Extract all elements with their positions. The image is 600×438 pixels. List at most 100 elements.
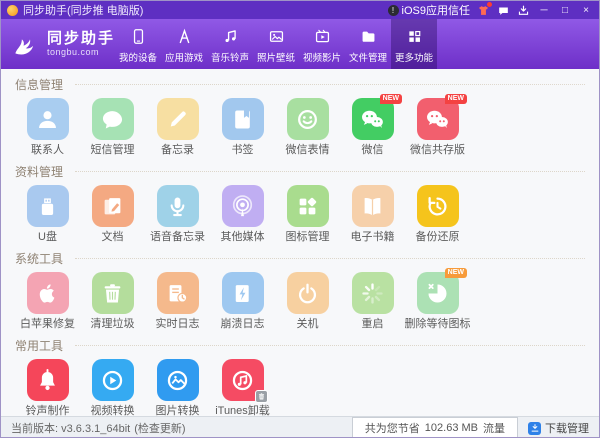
tile-crash-log[interactable]: 崩溃日志: [210, 272, 275, 330]
tile-icon-manage[interactable]: 图标管理: [275, 185, 340, 243]
tab-label: 我的设备: [119, 50, 157, 64]
traffic-saved-prefix: 共为您节省: [365, 420, 420, 436]
window-title: 同步助手(同步推 电脑版): [23, 2, 143, 18]
phone-icon: [129, 27, 148, 46]
tile-realtime-log[interactable]: 实时日志: [145, 272, 210, 330]
traffic-saved-box: 共为您节省 102.63 MB 流量: [352, 417, 518, 438]
section-divider: [75, 84, 585, 85]
tile-notes[interactable]: 备忘录: [145, 98, 210, 156]
swan-logo-icon: [11, 29, 41, 59]
download-manager-button[interactable]: 下载管理: [528, 420, 589, 436]
chat-bubble-icon: [497, 4, 510, 17]
tab-my-device[interactable]: 我的设备: [115, 19, 161, 69]
tile-label: 崩溃日志: [221, 318, 265, 330]
tile-label: 清理垃圾: [91, 318, 135, 330]
download-tray-button[interactable]: [517, 4, 530, 17]
tile-wechat[interactable]: NEW微信: [340, 98, 405, 156]
tile-label: 图片转换: [156, 405, 200, 416]
section-4: 常用工具铃声制作 视频转换 图片转换 iTunes卸载: [1, 330, 599, 416]
minimize-button[interactable]: ─: [537, 5, 551, 16]
tile-documents[interactable]: 文档: [80, 185, 145, 243]
spinner-icon: [352, 272, 394, 314]
tile-wechat-coexist[interactable]: NEW微信共存版: [405, 98, 470, 156]
doc-icon: [92, 185, 134, 227]
tile-label: 微信表情: [286, 144, 330, 156]
apple-icon: [27, 272, 69, 314]
tile-label: 语音备忘录: [150, 231, 205, 243]
playc-icon: [92, 359, 134, 401]
tab-video-films[interactable]: 视频影片: [299, 19, 345, 69]
download-manager-label: 下载管理: [545, 420, 589, 436]
maximize-button[interactable]: □: [558, 5, 572, 16]
gridmore-icon: [405, 27, 424, 46]
appstore-icon: [175, 27, 194, 46]
music-icon: [221, 27, 240, 46]
tab-more-features[interactable]: 更多功能: [391, 19, 437, 69]
app-header: + + + + 同步助手(同步推 电脑版) ! iOS9应用信任 ─ □ ×: [1, 1, 599, 69]
tile-contacts[interactable]: 联系人: [15, 98, 80, 156]
folder-icon: [359, 27, 378, 46]
tile-other-media[interactable]: 其他媒体: [210, 185, 275, 243]
tile-label: U盘: [38, 231, 57, 243]
app-window: + + + + 同步助手(同步推 电脑版) ! iOS9应用信任 ─ □ ×: [0, 0, 600, 438]
tile-label: iTunes卸载: [215, 405, 270, 416]
check-update-link[interactable]: (检查更新): [134, 420, 185, 436]
tile-itunes-uninstall[interactable]: iTunes卸载: [210, 359, 275, 416]
tile-clean-junk[interactable]: 清理垃圾: [80, 272, 145, 330]
tile-video-convert[interactable]: 视频转换: [80, 359, 145, 416]
promo-shirt-button[interactable]: [477, 4, 490, 17]
section-title: 信息管理: [15, 76, 63, 93]
tile-label: 铃声制作: [26, 405, 70, 416]
tile-sms-manage[interactable]: 短信管理: [80, 98, 145, 156]
tab-label: 更多功能: [395, 50, 433, 64]
tile-label: 备忘录: [161, 144, 194, 156]
close-button[interactable]: ×: [579, 5, 593, 16]
section-divider: [75, 345, 585, 346]
section-title: 资料管理: [15, 163, 63, 180]
main-nav: 同步助手 tongbu.com 我的设备应用游戏音乐铃声照片壁纸视频影片文件管理…: [1, 19, 599, 69]
tile-ebooks[interactable]: 电子书籍: [340, 185, 405, 243]
tile-label: 图标管理: [286, 231, 330, 243]
nav-tabs: 我的设备应用游戏音乐铃声照片壁纸视频影片文件管理更多功能: [115, 19, 437, 69]
imgc-icon: [157, 359, 199, 401]
tile-label: 删除等待图标: [405, 318, 471, 330]
book-icon: [222, 98, 264, 140]
tile-label: 白苹果修复: [20, 318, 75, 330]
titlebar: 同步助手(同步推 电脑版) ! iOS9应用信任 ─ □ ×: [1, 1, 599, 19]
tile-white-apple-fix[interactable]: 白苹果修复: [15, 272, 80, 330]
tab-photo-paper[interactable]: 照片壁纸: [253, 19, 299, 69]
trash-icon: [92, 272, 134, 314]
tile-u-disk[interactable]: U盘: [15, 185, 80, 243]
tile-reboot[interactable]: 重启: [340, 272, 405, 330]
section-divider: [75, 258, 585, 259]
piex-icon: [417, 272, 459, 314]
restore-icon: [417, 185, 459, 227]
ios9-trust-button[interactable]: ! iOS9应用信任: [388, 2, 470, 18]
tile-voice-memos[interactable]: 语音备忘录: [145, 185, 210, 243]
tile-backup-restore[interactable]: 备份还原: [405, 185, 470, 243]
tile-shutdown[interactable]: 关机: [275, 272, 340, 330]
tile-remove-waiting-icons[interactable]: NEW删除等待图标: [405, 272, 470, 330]
tile-image-convert[interactable]: 图片转换: [145, 359, 210, 416]
tile-wechat-emoji[interactable]: 微信表情: [275, 98, 340, 156]
musicc-icon: [222, 359, 264, 401]
new-badge: NEW: [445, 268, 467, 278]
tab-music-rings[interactable]: 音乐铃声: [207, 19, 253, 69]
tile-label: 实时日志: [156, 318, 200, 330]
tile-label: 备份还原: [416, 231, 460, 243]
feedback-button[interactable]: [497, 4, 510, 17]
tile-ringtone-maker[interactable]: 铃声制作: [15, 359, 80, 416]
notification-dot: [487, 2, 492, 7]
section-title: 常用工具: [15, 337, 63, 354]
tile-label: 联系人: [31, 144, 64, 156]
brand-logo: 同步助手 tongbu.com: [11, 19, 115, 69]
tile-bookmarks[interactable]: 书签: [210, 98, 275, 156]
tile-label: 视频转换: [91, 405, 135, 416]
openbook-icon: [352, 185, 394, 227]
version-label: 当前版本: v3.6.3.1_64bit: [11, 420, 130, 436]
tile-label: 其他媒体: [221, 231, 265, 243]
tab-app-games[interactable]: 应用游戏: [161, 19, 207, 69]
podcast-icon: [222, 185, 264, 227]
tile-label: 文档: [102, 231, 124, 243]
tab-file-manage[interactable]: 文件管理: [345, 19, 391, 69]
